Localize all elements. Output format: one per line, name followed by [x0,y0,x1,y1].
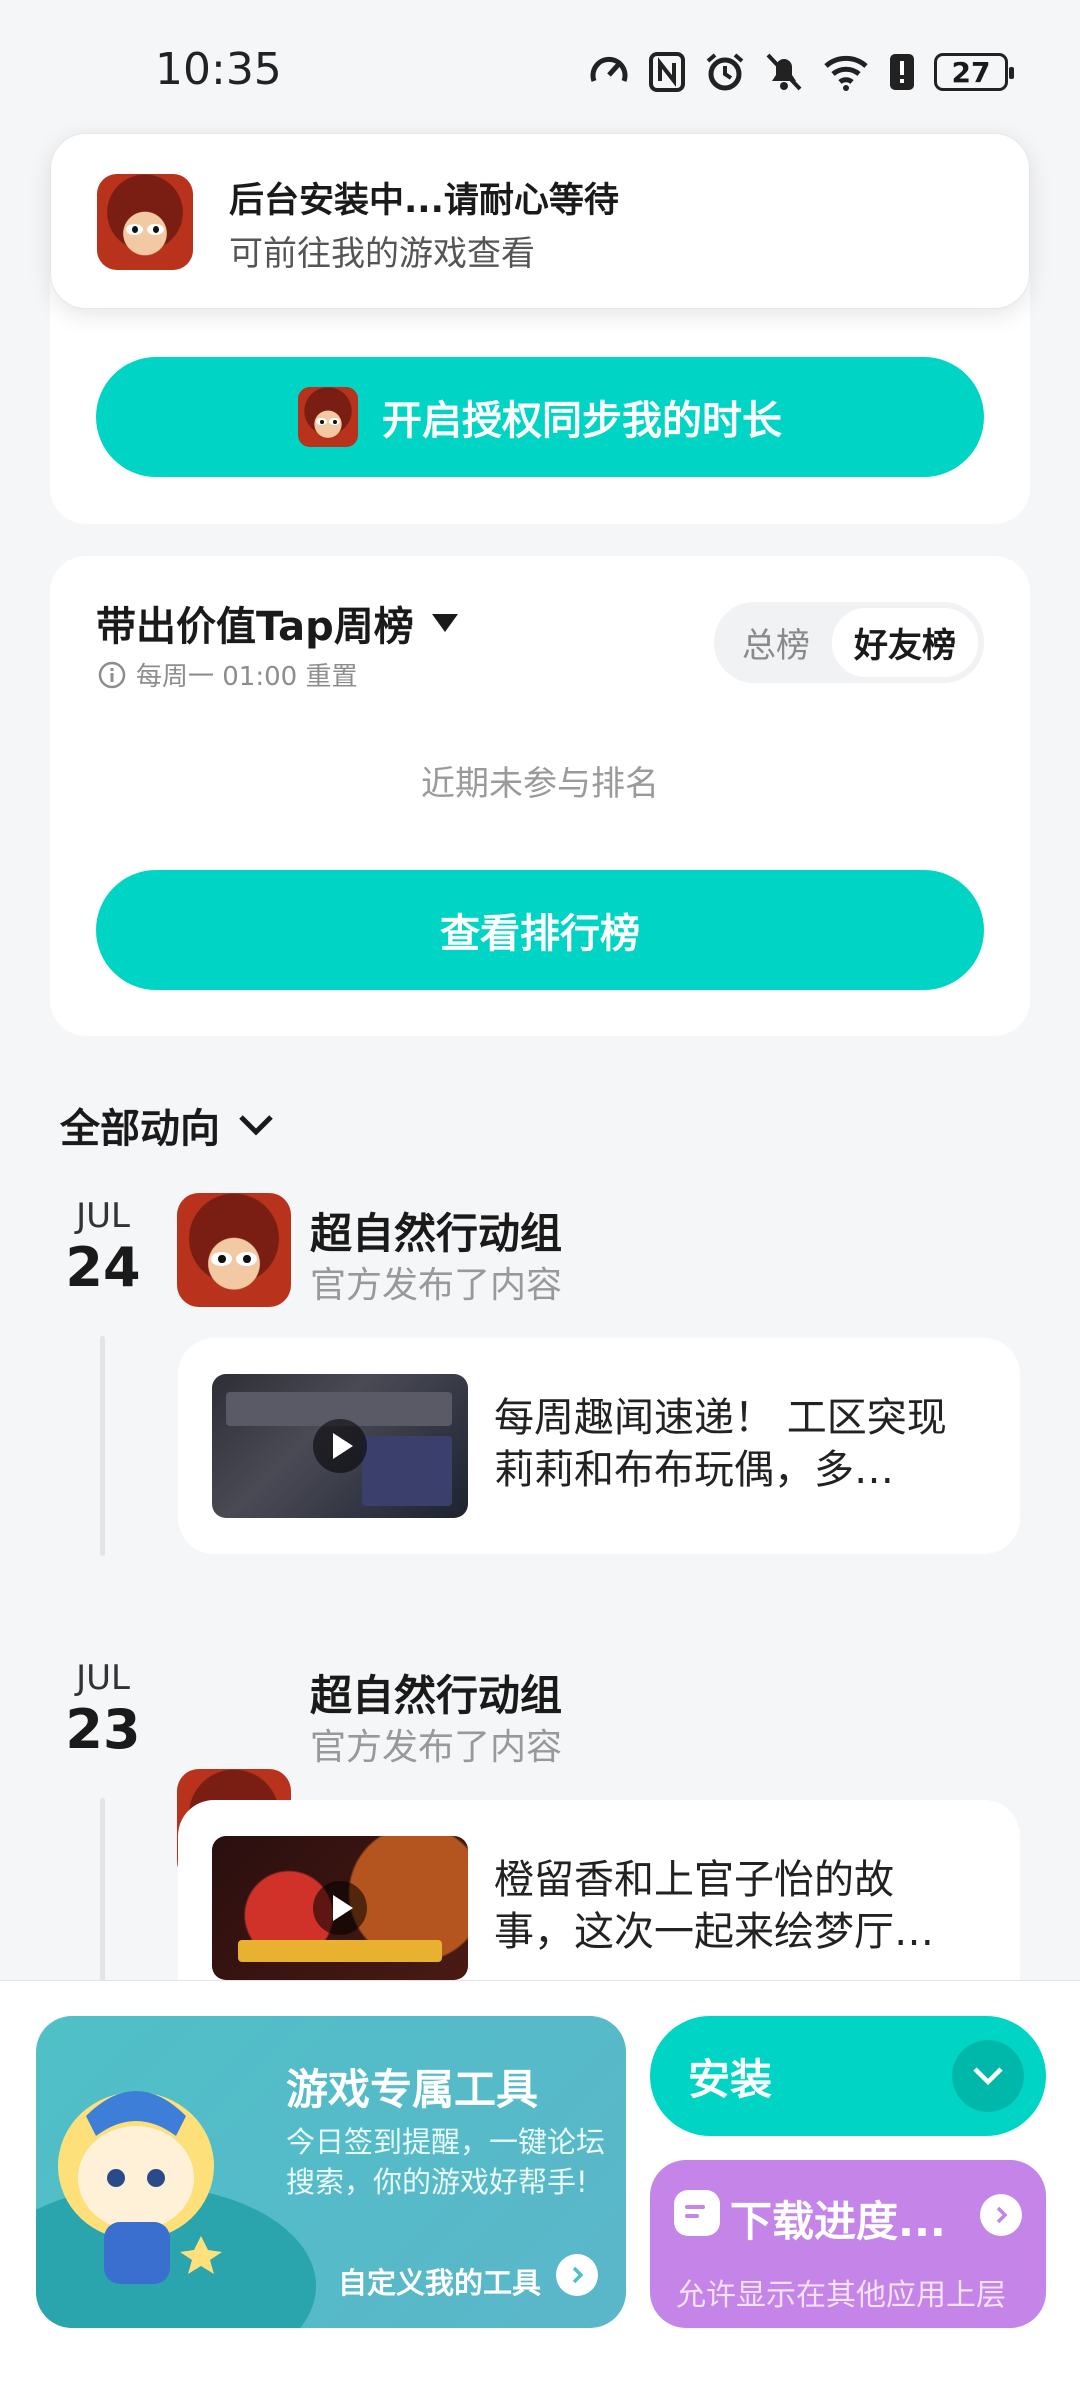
feed-date-day: 24 [65,1236,141,1299]
alert-icon [890,54,914,90]
nfc-icon [649,52,685,92]
install-label: 安装 [688,2055,773,2104]
download-progress-card[interactable]: 下载进度... 允许显示在其他应用上层 [650,2160,1046,2328]
video-thumbnail[interactable] [212,1836,468,1980]
tool-card-description: 今日签到提醒，一键论坛搜索，你的游戏好帮手! [286,2125,606,2199]
chevron-right-icon[interactable] [980,2194,1022,2236]
post-text: 每周趣闻速递！ 工区突现莉莉和布布玩偶，多… [494,1395,947,1493]
thumbnail-caption [238,1940,442,1962]
feed-date-month: JUL [76,1196,130,1236]
toast-title: 后台安装中...请耐心等待 [229,181,619,221]
ranking-tab-switch: 总榜 好友榜 [714,602,984,683]
ranking-empty-text: 近期未参与排名 [421,764,659,804]
feed-filter-dropdown[interactable]: 全部动向 [60,1096,274,1154]
ranking-card: 带出价值Tap周榜 每周一 01:00 重置 总榜 好友榜 近期未参与排名 查看… [50,556,1030,1036]
view-ranking-button[interactable]: 查看排行榜 [96,870,984,990]
mascot-illustration [58,2091,222,2284]
game-avatar-icon [298,387,358,447]
mute-bell-icon [766,53,802,91]
sync-authorize-button[interactable]: 开启授权同步我的时长 [96,357,984,477]
battery-indicator: 27 [934,53,1014,91]
wifi-icon [824,55,868,91]
author-avatar[interactable] [177,1193,291,1307]
feed-author[interactable]: 超自然行动组 [310,1662,562,1723]
feed-action: 官方发布了内容 [310,1265,563,1306]
chevron-down-icon [239,1115,273,1136]
play-icon [313,1419,367,1473]
feed-date-day: 23 [65,1698,141,1761]
install-toast[interactable]: 后台安装中...请耐心等待 可前往我的游戏查看 [50,133,1030,309]
chevron-right-icon[interactable] [556,2254,598,2296]
status-icons: 27 [588,50,1014,94]
download-title: 下载进度... [730,2197,946,2246]
tab-overall[interactable]: 总榜 [720,608,832,677]
sync-button-label: 开启授权同步我的时长 [382,398,782,444]
feed-date-month: JUL [76,1658,130,1698]
thumbnail-panel [362,1436,452,1506]
play-icon [313,1881,367,1935]
speedometer-icon [590,57,628,82]
game-tools-card[interactable]: 游戏专属工具 今日签到提醒，一键论坛搜索，你的游戏好帮手! 自定义我的工具 [36,2016,626,2328]
reset-note: 每周一 01:00 重置 [98,656,357,693]
download-subtitle: 允许显示在其他应用上层 [676,2278,1006,2313]
install-options-chevron[interactable] [952,2040,1024,2112]
reset-note-text: 每周一 01:00 重置 [136,662,358,692]
feed-filter-label: 全部动向 [60,1106,220,1152]
toast-subtitle: 可前往我的游戏查看 [229,234,535,274]
install-button[interactable]: 安装 [650,2016,1046,2136]
status-time: 10:35 [155,44,282,95]
ranking-title: 带出价值Tap周榜 [96,604,414,650]
chevron-down-icon [973,2067,1003,2086]
feed-author[interactable]: 超自然行动组 [310,1200,562,1261]
post-card[interactable]: 每周趣闻速递！ 工区突现莉莉和布布玩偶，多… [178,1338,1020,1554]
customize-tools-link[interactable]: 自定义我的工具 [338,2260,541,2302]
alarm-icon [706,53,744,91]
video-thumbnail[interactable] [212,1374,468,1518]
tab-friends[interactable]: 好友榜 [832,608,978,677]
game-avatar-icon [97,174,193,270]
ranking-title-row[interactable]: 带出价值Tap周榜 [96,594,460,652]
tool-card-title: 游戏专属工具 [286,2065,539,2114]
caret-down-icon [431,614,458,632]
feed-action: 官方发布了内容 [310,1727,563,1768]
timeline-line [100,1336,105,1556]
timeline-line [100,1798,105,1988]
message-icon [674,2190,720,2236]
info-icon [98,661,126,688]
post-text: 橙留香和上官子怡的故事，这次一起来绘梦厅… [494,1857,934,1955]
